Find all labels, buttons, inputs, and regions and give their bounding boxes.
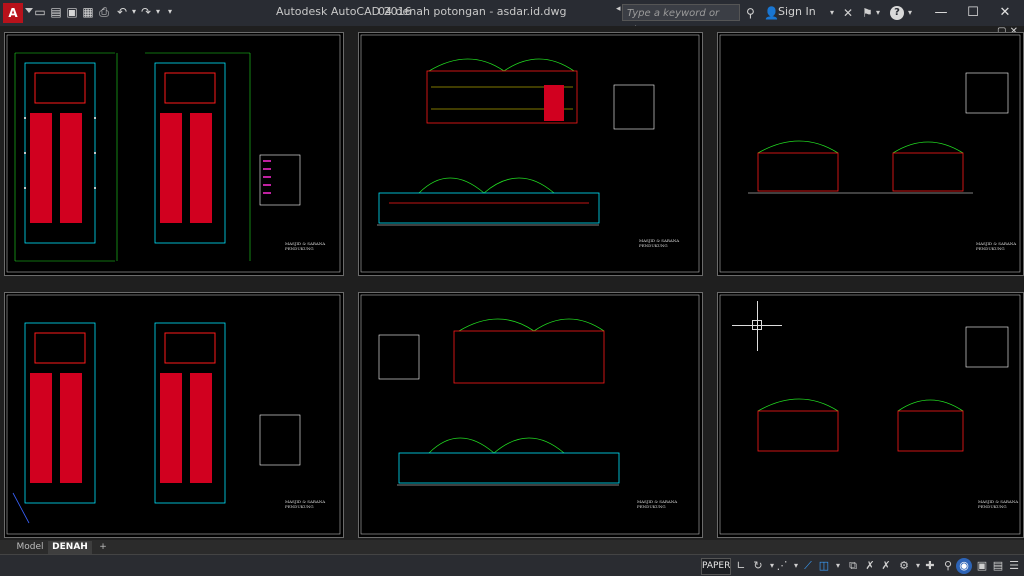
sheet-sections-1[interactable]: MASJID & SARANA PENDUKUNG [717,32,1024,276]
exchange-apps-icon[interactable]: ✕ [843,5,853,21]
status-menu-icon[interactable]: ☰ [1006,558,1022,574]
add-layout-tab-button[interactable]: + [96,541,110,554]
document-title: 04 denah potongan - asdar.id.dwg [378,5,567,18]
cursor-pickbox [752,320,762,330]
sheet-stamp: MASJID & SARANA PENDUKUNG [639,238,680,248]
sheet-elevations-1[interactable]: MASJID & SARANA PENDUKUNG [358,32,703,276]
open-icon[interactable]: ▤ [48,4,64,20]
a360-icon[interactable]: ⚑ [862,5,873,21]
close-button[interactable]: ✕ [990,2,1020,24]
minimize-button[interactable]: — [926,2,956,24]
save-icon[interactable]: ▣ [64,4,80,20]
selection-cycling-icon[interactable]: ⧉ [845,558,861,574]
a360-dropdown-icon[interactable]: ▾ [876,5,880,21]
transparency-dropdown-icon[interactable]: ▾ [830,558,846,574]
status-bar: PAPER ∟ ↻ ▾ ⋰ ▾ ⟋ ◫ ▾ ⧉ ✗ ✗ ⚙ ▾ ✚ ⚲ ◉ ▣ … [0,554,1024,576]
qat-customize-icon[interactable]: ▾ [162,4,178,20]
maximize-button[interactable]: ☐ [958,2,988,24]
search-binoculars-icon[interactable]: ⚲ [746,5,755,21]
signin-dropdown-icon[interactable]: ▾ [830,5,834,21]
help-dropdown-icon[interactable]: ▾ [908,5,912,21]
ortho-icon[interactable]: ∟ [733,558,749,574]
help-icon[interactable]: ? [890,6,904,20]
sheet-sections-2[interactable]: MASJID & SARANA PENDUKUNG [717,292,1024,538]
tab-denah[interactable]: DENAH [48,541,92,554]
sheet-stamp: MASJID & SARANA PENDUKUNG [285,241,326,251]
isolate-icon[interactable]: ⚲ [940,558,956,574]
autocad-window: A ▭ ▤ ▣ ▦ ⎙ ↶ ▾ ↷ ▾ ▾ Autodesk AutoCAD 2… [0,0,1024,576]
user-icon[interactable]: 👤 [764,5,779,21]
tab-model[interactable]: Model [12,541,48,554]
search-input[interactable]: Type a keyword or phrase [622,4,740,36]
print-icon[interactable]: ⎙ [96,4,112,20]
sheet-stamp: MASJID & SARANA PENDUKUNG [978,499,1019,509]
space-toggle-button[interactable]: PAPER [701,558,731,575]
search-expand-icon[interactable]: ◂ [616,4,621,14]
title-bar: A ▭ ▤ ▣ ▦ ⎙ ↶ ▾ ↷ ▾ ▾ Autodesk AutoCAD 2… [0,0,1024,36]
clean-screen-icon[interactable]: ▣ [974,558,990,574]
floor-plan-drawing [6,34,341,273]
annotation-scale-icon[interactable]: ✗ [878,558,894,574]
lineweight-icon[interactable]: ⟋ [800,558,816,574]
new-icon[interactable]: ▭ [32,4,48,20]
sheet-stamp: MASJID & SARANA PENDUKUNG [637,499,678,509]
plus-icon[interactable]: ✚ [922,558,938,574]
drawing-area[interactable]: ▁ ▢ ✕ [0,26,1024,540]
sheet-floor-plans-1[interactable]: MASJID & SARANA PENDUKUNG [4,32,344,276]
saveas-icon[interactable]: ▦ [80,4,96,20]
sheet-elevations-2[interactable]: MASJID & SARANA PENDUKUNG [358,292,703,538]
sheet-floor-plans-2[interactable]: MASJID & SARANA PENDUKUNG [4,292,344,538]
sheet-stamp: MASJID & SARANA PENDUKUNG [285,499,326,509]
sheet-stamp: MASJID & SARANA PENDUKUNG [976,241,1017,251]
customize-icon[interactable]: ▤ [990,558,1006,574]
hardware-accel-icon[interactable]: ◉ [956,558,972,574]
section-drawing [719,34,1021,273]
sign-in-button[interactable]: Sign In [778,5,816,18]
annotation-visibility-icon[interactable]: ✗ [862,558,878,574]
layout-tabs: Model DENAH + [0,540,1024,554]
application-menu-button[interactable]: A [3,3,23,23]
